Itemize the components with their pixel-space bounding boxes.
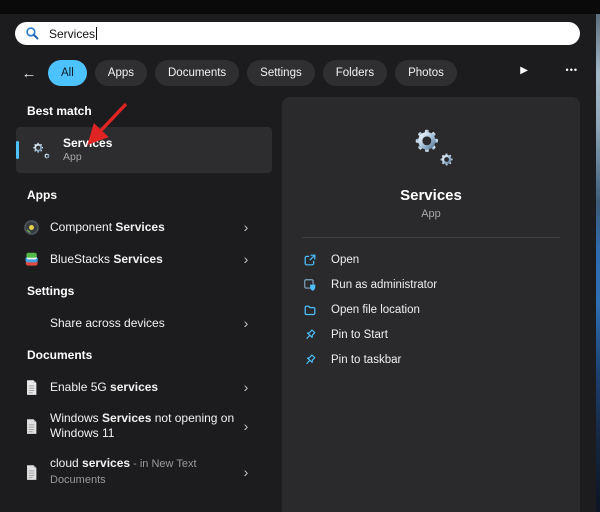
run-as-admin-icon xyxy=(302,277,318,293)
action-pin-to-start[interactable]: Pin to Start xyxy=(282,322,580,347)
more-options-icon[interactable]: ••• xyxy=(566,65,578,75)
result-label: BlueStacks Services xyxy=(50,252,238,267)
result-enable-5g-services[interactable]: Enable 5G services › xyxy=(10,375,274,399)
detail-title: Services xyxy=(282,187,580,204)
search-filter-bar: ← All Apps Documents Settings Folders Ph… xyxy=(0,59,600,87)
tab-apps[interactable]: Apps xyxy=(95,60,147,86)
result-share-across-devices[interactable]: Share across devices › xyxy=(10,311,274,335)
chevron-right-icon[interactable]: › xyxy=(238,316,254,330)
filter-pills: All Apps Documents Settings Folders Phot… xyxy=(48,60,457,86)
desktop-wallpaper-sliver xyxy=(596,14,600,512)
result-label: cloud services - in New Text Documents xyxy=(50,456,238,488)
section-heading-settings: Settings xyxy=(10,283,274,299)
action-label: Pin to taskbar xyxy=(331,354,401,366)
search-query-text: Services xyxy=(49,27,95,41)
open-external-icon xyxy=(302,252,318,268)
best-match-result-services[interactable]: Services App xyxy=(16,127,272,173)
folder-icon xyxy=(302,302,318,318)
tab-all[interactable]: All xyxy=(48,60,87,86)
document-icon xyxy=(22,379,40,396)
detail-subtitle: App xyxy=(282,208,580,220)
result-label: Enable 5G services xyxy=(50,380,238,395)
action-label: Run as administrator xyxy=(331,279,437,291)
result-detail-panel: Services App Open Run as administrator xyxy=(282,97,580,512)
result-cloud-services[interactable]: cloud services - in New Text Documents › xyxy=(10,453,274,491)
divider xyxy=(302,237,560,238)
action-label: Open xyxy=(331,254,359,266)
tab-folders[interactable]: Folders xyxy=(323,60,387,86)
search-input[interactable]: Services xyxy=(15,22,580,45)
action-label: Pin to Start xyxy=(331,329,388,341)
action-label: Open file location xyxy=(331,304,420,316)
action-open-file-location[interactable]: Open file location xyxy=(282,297,580,322)
section-heading-apps: Apps xyxy=(10,187,274,203)
tab-documents[interactable]: Documents xyxy=(155,60,239,86)
bluestacks-icon xyxy=(22,251,40,268)
tab-photos[interactable]: Photos xyxy=(395,60,457,86)
section-heading-documents: Documents xyxy=(10,347,274,363)
result-label: Windows Services not opening on Windows … xyxy=(50,411,238,441)
action-run-as-administrator[interactable]: Run as administrator xyxy=(282,272,580,297)
services-gears-icon xyxy=(28,139,52,161)
section-heading-best-match: Best match xyxy=(10,103,274,119)
services-gears-icon-large xyxy=(404,121,458,171)
action-open[interactable]: Open xyxy=(282,247,580,272)
chevron-right-icon[interactable]: › xyxy=(238,419,254,433)
result-label: Share across devices xyxy=(50,316,238,331)
chevron-right-icon[interactable]: › xyxy=(238,220,254,234)
result-component-services[interactable]: Component Services › xyxy=(10,215,274,239)
pin-icon xyxy=(302,352,318,368)
chevron-right-icon[interactable]: › xyxy=(238,252,254,266)
search-icon xyxy=(25,26,40,41)
search-results-list: Best match Services App Apps Component S… xyxy=(10,97,274,491)
action-pin-to-taskbar[interactable]: Pin to taskbar xyxy=(282,347,580,372)
document-icon xyxy=(22,464,40,481)
best-match-title: Services xyxy=(63,136,112,151)
chevron-right-icon[interactable]: › xyxy=(238,380,254,394)
back-button[interactable]: ← xyxy=(18,65,40,82)
best-match-subtitle: App xyxy=(63,151,112,164)
pin-icon xyxy=(302,327,318,343)
chevron-right-icon[interactable]: › xyxy=(238,465,254,479)
play-icon[interactable]: ▶ xyxy=(520,65,528,76)
component-services-icon xyxy=(22,219,40,236)
action-list: Open Run as administrator Open file loca… xyxy=(282,247,580,372)
tab-settings[interactable]: Settings xyxy=(247,60,315,86)
result-windows-services-not-opening[interactable]: Windows Services not opening on Windows … xyxy=(10,407,274,445)
selection-accent-bar xyxy=(16,141,19,159)
text-caret xyxy=(96,27,97,40)
document-icon xyxy=(22,418,40,435)
window-top-edge xyxy=(0,0,600,14)
result-label: Component Services xyxy=(50,220,238,235)
result-bluestacks-services[interactable]: BlueStacks Services › xyxy=(10,247,274,271)
